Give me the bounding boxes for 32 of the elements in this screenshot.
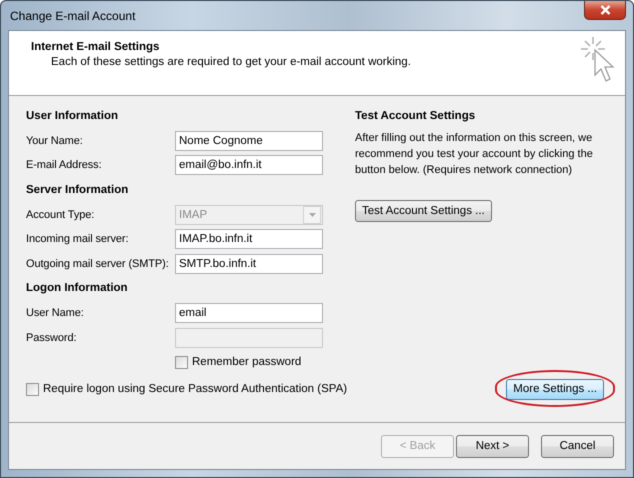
- text-field[interactable]: Nome Cognome: [175, 130, 323, 151]
- field-label: Incoming mail server:: [26, 233, 130, 246]
- field-label: Your Name:: [26, 134, 84, 147]
- field-label: User Name:: [26, 307, 85, 320]
- section-title: User Information: [26, 109, 120, 124]
- dialog-button[interactable]: Cancel: [541, 434, 614, 458]
- more-settings-button[interactable]: More Settings ...: [506, 378, 604, 400]
- section-title: Test Account Settings: [355, 109, 476, 124]
- checkbox-label: Remember password: [192, 356, 302, 368]
- text-field[interactable]: email: [175, 303, 323, 324]
- checkbox-label: Require logon using Secure Password Authentication (SPA): [43, 383, 348, 396]
- field-label: Outgoing mail server (SMTP):: [26, 258, 170, 270]
- dropdown-arrow-icon: [308, 212, 316, 217]
- description-text: After filling out the information on this screen, we recommend you test your account by clicking the button below. (Requires network connection): [355, 130, 594, 178]
- section-title: Server Information: [26, 183, 130, 198]
- close-icon: [600, 5, 610, 15]
- header-subtitle: Each of these settings are required to get your e-mail account working.: [51, 56, 411, 68]
- test-account-settings-button[interactable]: Test Account Settings ...: [355, 200, 492, 222]
- checkbox[interactable]: [26, 382, 39, 396]
- close-button[interactable]: [584, 1, 626, 20]
- section-title: Logon Information: [26, 281, 129, 296]
- text-field[interactable]: IMAP.bo.infn.it: [175, 229, 323, 250]
- field-label: Account Type:: [26, 208, 96, 221]
- cursor-sparkle-icon: [579, 35, 615, 85]
- window-title: Change E-mail Account: [10, 9, 136, 23]
- field-label: E-mail Address:: [26, 159, 103, 172]
- text-field[interactable]: SMTP.bo.infn.it: [175, 254, 323, 274]
- checkbox[interactable]: [175, 356, 188, 369]
- dialog-button[interactable]: Next >: [456, 434, 529, 458]
- field-label: Password:: [26, 332, 78, 344]
- header-title: Internet E-mail Settings: [31, 41, 160, 53]
- text-field[interactable]: email@bo.infn.it: [175, 155, 323, 176]
